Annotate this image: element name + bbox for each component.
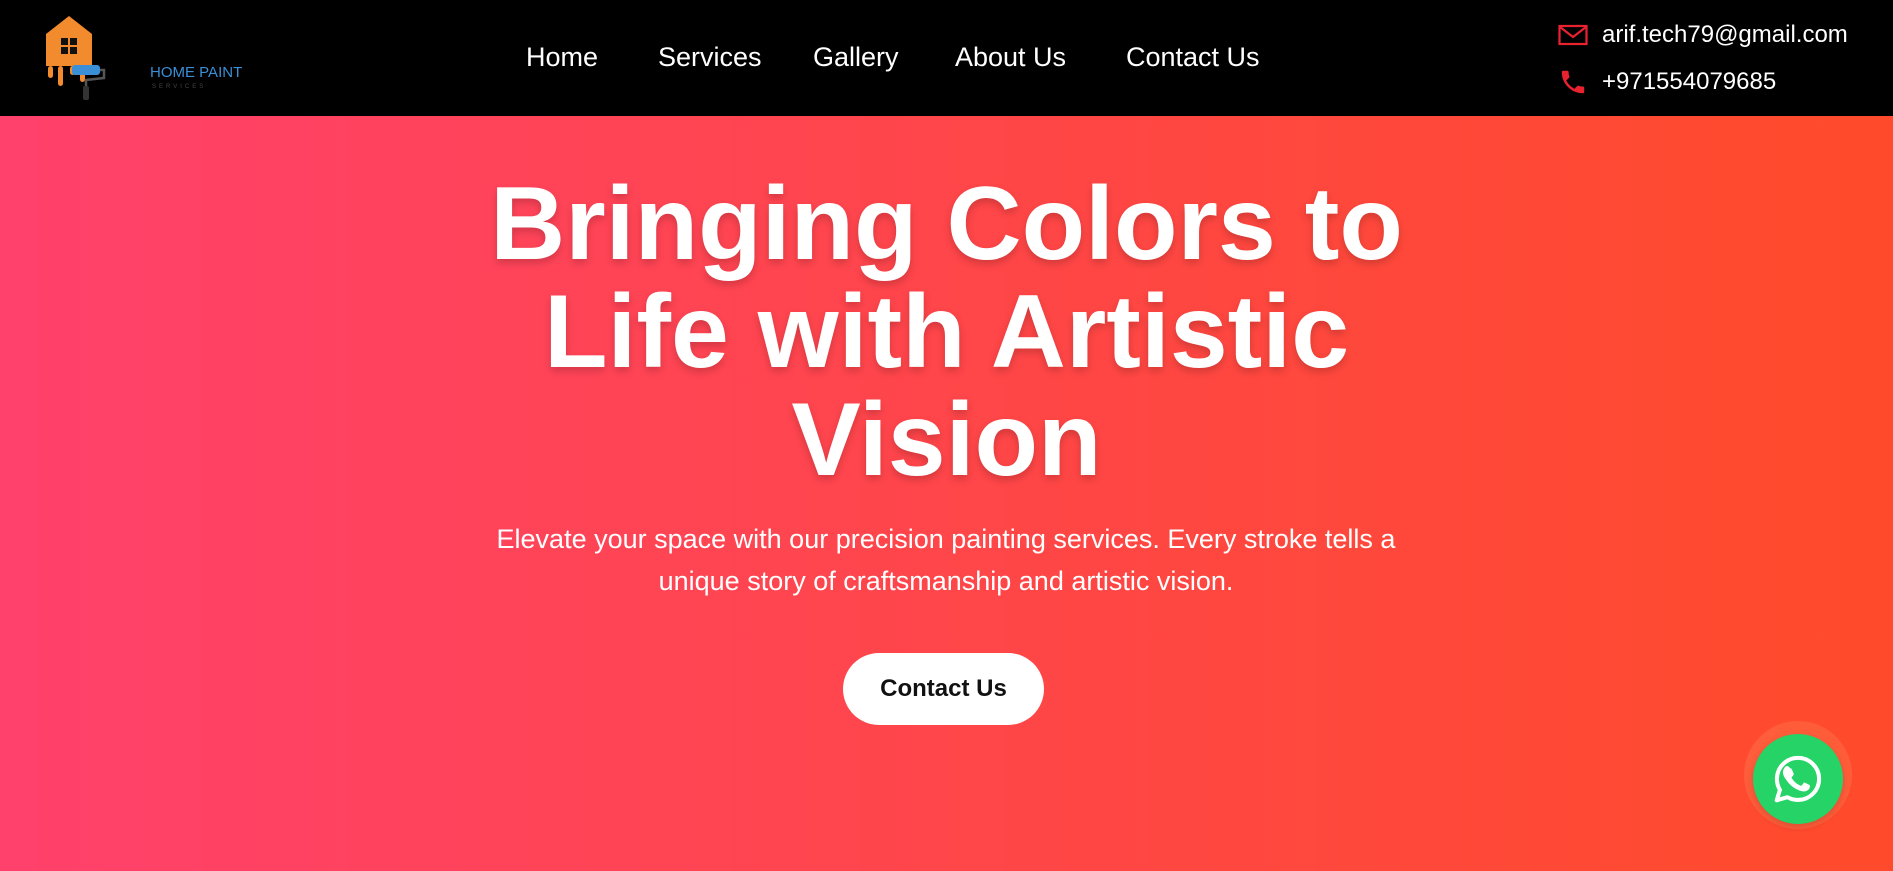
brand-logo[interactable]: HOME PAINT SERVICES xyxy=(42,14,242,104)
header-email[interactable]: arif.tech79@gmail.com xyxy=(1558,20,1848,50)
nav-gallery[interactable]: Gallery xyxy=(813,42,899,73)
house-paint-roller-logo-icon xyxy=(46,16,106,100)
nav-home[interactable]: Home xyxy=(526,42,598,73)
whatsapp-button[interactable] xyxy=(1753,734,1843,824)
brand-tagline: SERVICES xyxy=(152,84,207,90)
whatsapp-icon xyxy=(1774,755,1822,803)
envelope-icon xyxy=(1558,20,1588,50)
hero-title-line: Vision xyxy=(791,382,1102,498)
brand-name: HOME PAINT xyxy=(150,64,243,81)
email-address: arif.tech79@gmail.com xyxy=(1602,21,1848,48)
nav-services[interactable]: Services xyxy=(658,42,762,73)
header-phone[interactable]: +971554079685 xyxy=(1558,67,1776,97)
hero-title: Bringing Colors to Life with Artistic Vi… xyxy=(0,170,1893,494)
hero-subtitle-line: Elevate your space with our precision pa… xyxy=(496,524,1396,554)
hero-section: Bringing Colors to Life with Artistic Vi… xyxy=(0,116,1893,871)
hero-title-line: Bringing Colors to xyxy=(490,166,1403,282)
hero-title-line: Life with Artistic xyxy=(543,274,1350,390)
nav-contact-us[interactable]: Contact Us xyxy=(1126,42,1260,73)
nav-about-us[interactable]: About Us xyxy=(955,42,1066,73)
phone-icon xyxy=(1558,67,1588,97)
site-header: HOME PAINT SERVICES Home Services Galler… xyxy=(0,0,1893,116)
contact-us-button[interactable]: Contact Us xyxy=(843,653,1044,725)
hero-subtitle: Elevate your space with our precision pa… xyxy=(446,518,1446,602)
hero-subtitle-line: unique story of craftsmanship and artist… xyxy=(658,566,1234,596)
phone-number: +971554079685 xyxy=(1602,68,1777,95)
